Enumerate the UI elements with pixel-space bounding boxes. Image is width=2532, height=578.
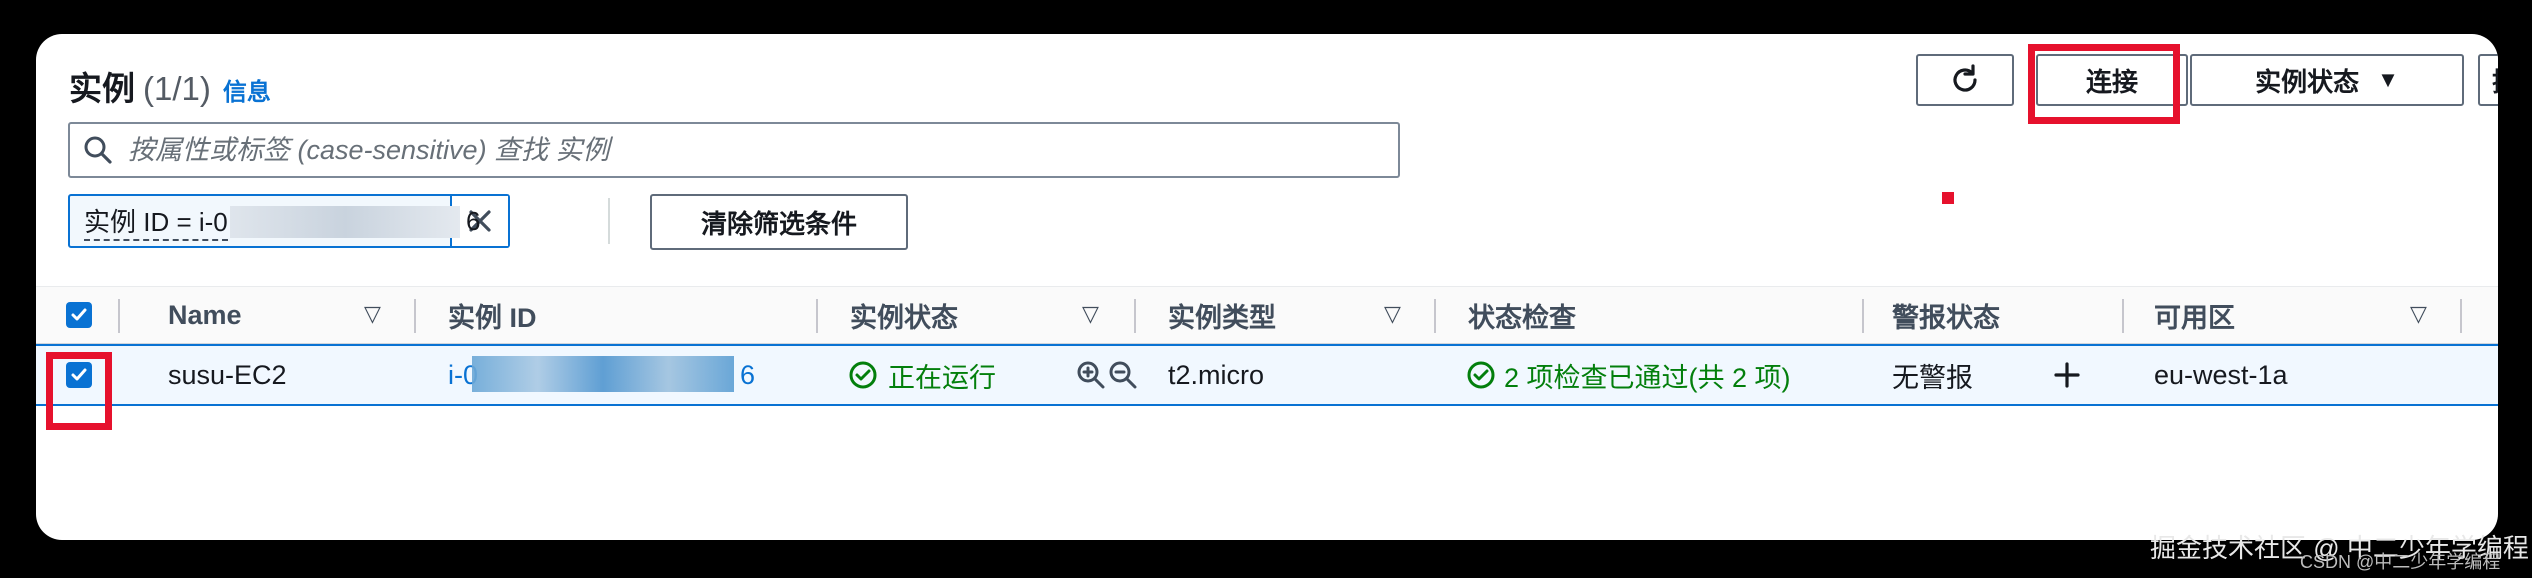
column-separator: [118, 299, 120, 333]
refresh-icon: [1953, 64, 1977, 92]
instance-state-dropdown[interactable]: 实例状态 ▼: [2190, 54, 2464, 106]
state-text: 正在运行: [888, 362, 996, 393]
search-bar[interactable]: [68, 122, 1400, 178]
redacted-id: [230, 206, 460, 238]
actions-label: 操: [2492, 62, 2498, 99]
column-separator: [2122, 299, 2124, 333]
instance-state-label: 实例状态: [2255, 66, 2360, 97]
success-icon: [849, 361, 877, 389]
column-separator: [1134, 299, 1136, 333]
caret-down-icon: ▼: [2377, 67, 2399, 92]
column-header-instance-id[interactable]: 实例 ID: [448, 287, 537, 343]
filter-divider: [608, 198, 610, 244]
column-header-instance-type[interactable]: 实例类型: [1168, 287, 1276, 343]
cell-instance-state: 正在运行: [848, 346, 996, 404]
cell-availability-zone: eu-west-1a: [2154, 359, 2288, 390]
column-separator: [2460, 299, 2462, 333]
sort-icon[interactable]: ▽: [2410, 301, 2427, 327]
column-header-alarm-status[interactable]: 警报状态: [1892, 287, 2000, 343]
sort-icon[interactable]: ▽: [1384, 301, 1401, 327]
page-title: 实例 (1/1) 信息: [69, 62, 271, 110]
watermark-small: CSDN @中二少年学编程: [2300, 552, 2501, 572]
instances-panel: 实例(1/1)信息 连接 实例状态 ▼ 操 实例 ID = i-0 6: [36, 34, 2498, 540]
column-separator: [1434, 299, 1436, 333]
column-header-status-check[interactable]: 状态检查: [1468, 287, 1576, 343]
zoom-in-icon[interactable]: [1076, 360, 1106, 390]
redacted-id: [472, 356, 734, 392]
column-header-availability-zone[interactable]: 可用区: [2154, 287, 2235, 343]
success-icon: [1467, 361, 1495, 389]
cell-alarm-status: 无警报: [1892, 362, 1973, 393]
search-icon: [70, 134, 126, 166]
status-check-text[interactable]: 2 项检查已通过(共 2 项): [1504, 356, 1791, 395]
cell-name: susu-EC2: [168, 359, 287, 390]
sort-icon[interactable]: ▽: [1082, 301, 1099, 327]
info-link[interactable]: 信息: [223, 79, 271, 106]
check-icon: [71, 308, 87, 321]
table-header: Name ▽ 实例 ID 实例状态 ▽ 实例类型 ▽ 状态检查 警报状态 可用区…: [36, 286, 2498, 345]
plus-icon: [2054, 362, 2080, 388]
connect-highlight-box: [2028, 44, 2180, 124]
table-row[interactable]: susu-EC2 i-0 6 正在运行 t2.micro 2 项检查已通过(共 …: [36, 344, 2498, 406]
row-checkbox-highlight-box: [46, 352, 112, 430]
zoom-out-icon[interactable]: [1108, 360, 1138, 390]
cell-instance-id[interactable]: i-0 6: [448, 346, 768, 404]
instance-id-suffix[interactable]: 6: [740, 360, 755, 391]
zoom-controls: [1076, 346, 1138, 404]
column-separator: [414, 299, 416, 333]
refresh-button[interactable]: [1916, 54, 2014, 106]
sort-icon[interactable]: ▽: [364, 301, 381, 327]
column-separator: [816, 299, 818, 333]
filter-token-text: 实例 ID = i-0: [84, 202, 228, 241]
search-input[interactable]: [126, 133, 1330, 167]
filter-token-label: 实例 ID = i-0 6: [70, 196, 480, 246]
add-alarm-button[interactable]: [2052, 346, 2082, 404]
cell-instance-type: t2.micro: [1168, 359, 1265, 390]
annotation-dot: [1942, 192, 1954, 204]
column-separator: [1862, 299, 1864, 333]
instance-count: (1/1): [143, 70, 211, 107]
select-all-checkbox[interactable]: [66, 302, 92, 328]
filter-token-tail: 6: [466, 205, 481, 236]
actions-button[interactable]: 操: [2478, 54, 2498, 106]
watermark: 掘金技术社区 @ 中二少年学编程 CSDN @中二少年学编程: [2150, 528, 2529, 572]
cell-status-check: 2 项检查已通过(共 2 项): [1466, 346, 1791, 404]
column-header-name[interactable]: Name: [168, 287, 242, 343]
title-text: 实例: [69, 70, 135, 107]
filter-token[interactable]: 实例 ID = i-0 6: [68, 194, 510, 248]
clear-filters-button[interactable]: 清除筛选条件: [650, 194, 908, 250]
column-header-instance-state[interactable]: 实例状态: [850, 287, 958, 343]
